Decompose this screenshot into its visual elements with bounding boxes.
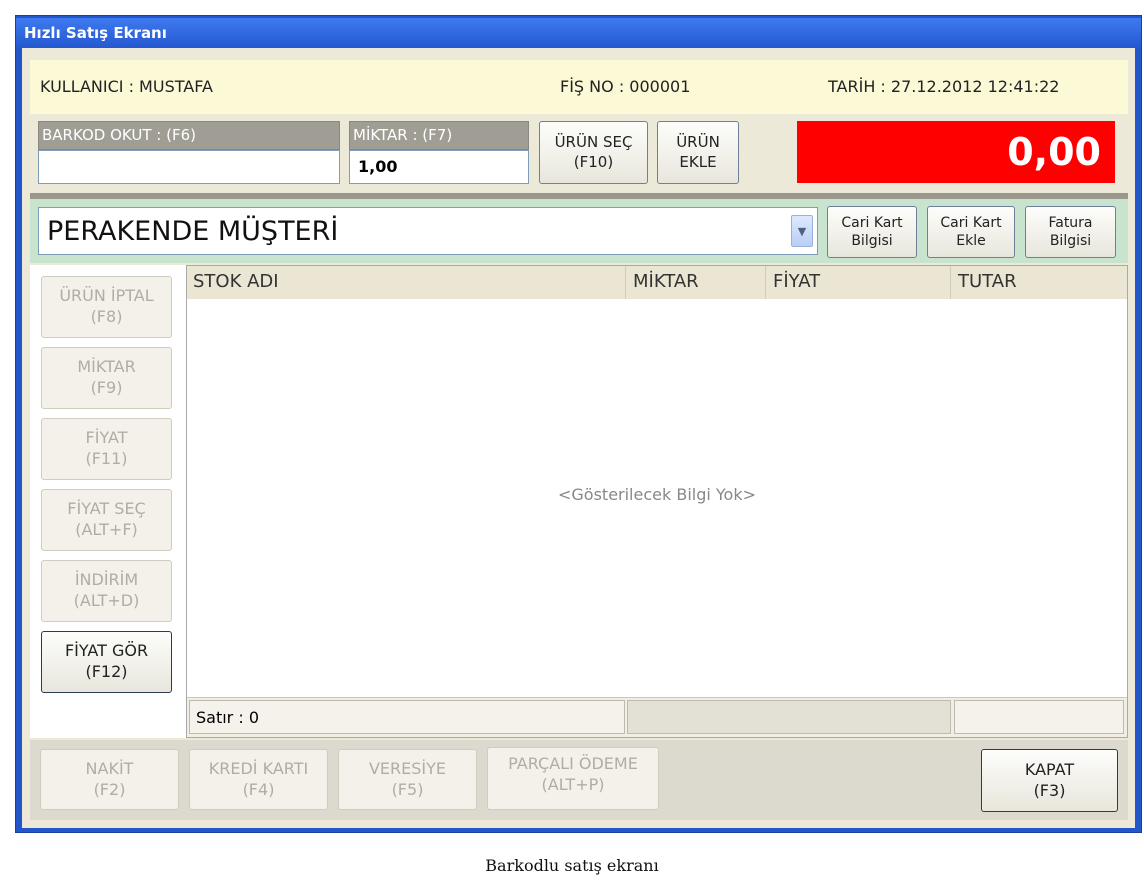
col-total[interactable]: TUTAR [958,271,1017,292]
credit-card-line2: (F4) [242,779,275,799]
window-title: Hızlı Satış Ekranı [16,18,1141,48]
edit-quantity-line1: MİKTAR [77,357,136,377]
add-product-line2: EKLE [679,152,717,171]
card-add-line2: Ekle [956,233,986,249]
on-credit-line2: (F5) [391,779,424,799]
select-price-line2: (ALT+F) [75,520,138,539]
close-line1: KAPAT [1024,759,1075,779]
customer-select[interactable]: PERAKENDE MÜŞTERİ [38,207,818,255]
cash-line1: NAKİT [85,758,134,778]
user-label: KULLANICI : MUSTAFA [40,77,213,96]
invoice-info-line2: Bilgisi [1049,233,1092,249]
card-info-button[interactable]: Cari Kart Bilgisi [827,206,917,258]
grid-status-bar: Satır : 0 [187,697,1127,737]
col-price[interactable]: FİYAT [773,271,820,292]
select-product-button[interactable]: ÜRÜN SEÇ (F10) [539,121,648,184]
invoice-info-button[interactable]: Fatura Bilgisi [1025,206,1116,258]
quantity-label: MİKTAR : (F7) [349,121,529,150]
date-label: TARİH : 27.12.2012 12:41:22 [828,77,1060,96]
split-payment-line2: (ALT+P) [541,774,605,794]
close-line2: (F3) [1033,780,1066,800]
card-add-button[interactable]: Cari Kart Ekle [927,206,1015,258]
total-amount: 0,00 [797,121,1115,183]
split-payment-button[interactable]: PARÇALI ÖDEME (ALT+P) [487,747,659,810]
edit-price-button[interactable]: FİYAT (F11) [41,418,172,480]
view-price-line1: FİYAT GÖR [64,641,149,661]
info-header: KULLANICI : MUSTAFA FİŞ NO : 000001 TARİ… [30,60,1128,114]
cancel-product-line1: ÜRÜN İPTAL [59,286,154,306]
cash-line2: (F2) [93,779,126,799]
quantity-input[interactable]: 1,00 [349,150,529,184]
select-price-button[interactable]: FİYAT SEÇ (ALT+F) [41,489,172,551]
card-add-line1: Cari Kart [940,214,1002,231]
figure-caption: Barkodlu satış ekranı [485,856,659,875]
add-product-button[interactable]: ÜRÜN EKLE [657,121,739,184]
select-price-line1: FİYAT SEÇ [67,499,146,519]
view-price-button[interactable]: FİYAT GÖR (F12) [41,631,172,693]
credit-card-line1: KREDİ KARTI [208,758,309,778]
select-product-line1: ÜRÜN SEÇ [554,133,633,151]
cash-button[interactable]: NAKİT (F2) [40,749,179,810]
card-info-line1: Cari Kart [841,214,903,231]
cancel-product-button[interactable]: ÜRÜN İPTAL (F8) [41,276,172,338]
cancel-product-line2: (F8) [90,307,123,326]
invoice-info-line1: Fatura [1048,214,1093,231]
split-payment-line1: PARÇALI ÖDEME [508,754,638,773]
chevron-down-icon[interactable]: ▼ [791,215,813,247]
select-product-line2: (F10) [573,152,614,171]
discount-line1: İNDİRİM [74,570,139,590]
on-credit-button[interactable]: VERESİYE (F5) [338,749,477,810]
empty-message: <Gösterilecek Bilgi Yok> [557,485,756,504]
receipt-no-label: FİŞ NO : 000001 [560,77,691,96]
status-cell-right [954,700,1124,734]
discount-button[interactable]: İNDİRİM (ALT+D) [41,560,172,622]
barcode-input[interactable] [38,150,340,184]
col-stock-name[interactable]: STOK ADI [193,271,279,292]
view-price-line2: (F12) [85,662,128,681]
card-info-line2: Bilgisi [851,233,893,249]
col-quantity[interactable]: MİKTAR [633,271,699,292]
row-count: Satır : 0 [189,700,625,734]
close-button[interactable]: KAPAT (F3) [981,749,1118,812]
edit-price-line2: (F11) [85,449,128,468]
add-product-line1: ÜRÜN [676,133,720,151]
grid-header: STOK ADI MİKTAR FİYAT TUTAR [187,266,1127,299]
credit-card-button[interactable]: KREDİ KARTI (F4) [189,749,328,810]
on-credit-line1: VERESİYE [368,758,447,778]
edit-quantity-button[interactable]: MİKTAR (F9) [41,347,172,409]
edit-quantity-line2: (F9) [90,378,123,397]
discount-line2: (ALT+D) [73,591,140,610]
barcode-label: BARKOD OKUT : (F6) [38,121,340,150]
status-cell-middle [627,700,951,734]
edit-price-line1: FİYAT [85,428,128,448]
